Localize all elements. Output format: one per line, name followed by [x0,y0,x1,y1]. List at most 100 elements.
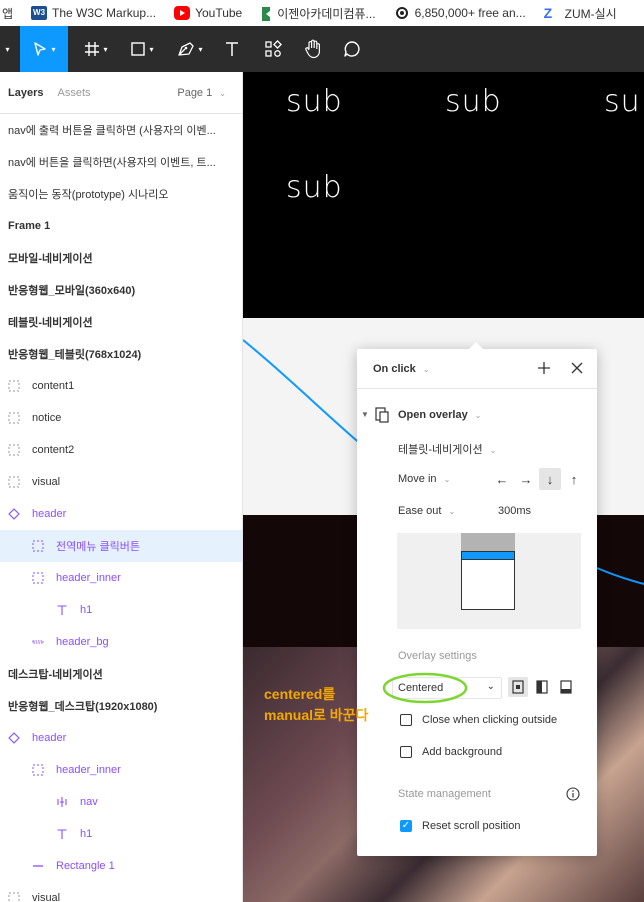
layer-row[interactable]: visual [0,882,242,902]
page-selector-label: Page 1 [177,86,213,99]
layer-row[interactable]: header [0,498,242,530]
bookmark-w3c-label: The W3C Markup... [52,6,157,20]
direction-up-button[interactable]: ↑ [563,468,585,490]
sub-menu-frame[interactable]: sub sub su sub [243,72,644,318]
layers-panel: Layers Assets Page 1 ⌄ nav에 출력 버튼을 클릭하면 … [0,72,243,902]
layer-label: header_inner [56,572,121,584]
easing-dropdown[interactable]: Ease out ⌄ [398,505,455,517]
youtube-icon [174,6,191,20]
move-tool-button[interactable]: ▾ [20,26,68,72]
layer-row[interactable]: nav에 버튼을 클릭하면(사용자의 이벤트, 트... [0,146,242,178]
action-label: Open overlay [398,409,468,421]
bookmarks-bar: 앱 W3 The W3C Markup... YouTube 이젠아카데미컴퓨.… [0,0,644,26]
layer-row[interactable]: 전역메뉴 클릭버튼 [0,530,242,562]
auto-layout-icon [56,796,72,808]
layer-row[interactable]: 모바일-네비게이션 [0,242,242,274]
pen-tool-button[interactable]: ▾ [170,26,210,72]
frame-tool-button[interactable]: ▾ [78,26,114,72]
state-management-title: State management [398,788,491,800]
close-icon [571,362,583,374]
shape-tool-icon [131,42,146,56]
layer-row[interactable]: header_bg [0,626,242,658]
action-dropdown[interactable]: Open overlay ⌄ [398,409,481,421]
destination-dropdown[interactable]: 테블릿-네비게이션 ⌄ [398,441,496,457]
interaction-details-popover: On click ⌄ ▼ Open overlay ⌄ 테블릿-네비게이션 ⌄ … [357,342,597,856]
position-bottom-button[interactable] [556,677,576,697]
direction-down-button[interactable]: ↓ [539,468,561,490]
layer-label: 전역메뉴 클릭버튼 [56,541,141,553]
reset-scroll-checkbox[interactable]: ✓ [400,820,412,832]
bookmark-apps[interactable]: 앱 [2,5,13,22]
preview-device [461,551,515,610]
layer-row[interactable]: 움직이는 동작(prototype) 시나리오 [0,178,242,210]
bookmark-w3c[interactable]: W3 The W3C Markup... [31,6,156,20]
w3c-icon: W3 [31,6,48,20]
figma-toolbar: ▾ ▾ ▾ ▾ ▾ [0,26,644,72]
bookmark-youtube-label: YouTube [195,6,243,20]
direction-right-button[interactable]: → [515,468,537,490]
overlay-settings-title: Overlay settings [398,650,477,662]
chevron-down-icon: ⌄ [474,411,482,420]
layer-row[interactable]: h1 [0,594,242,626]
layer-label: header [32,732,67,744]
components-button[interactable] [258,26,288,72]
chevron-down-icon: ▾ [51,44,56,54]
position-left-button[interactable] [532,677,552,697]
layer-row[interactable]: header [0,722,242,754]
layer-label: visual [32,892,61,902]
chevron-down-icon: ⌄ [443,475,451,484]
bookmark-youtube[interactable]: YouTube [174,6,242,20]
layer-row[interactable]: 데스크탑-네비게이션 [0,658,242,690]
layer-row[interactable]: notice [0,402,242,434]
hand-tool-button[interactable] [298,26,328,72]
layer-row[interactable]: 반응형웹_모바일(360x640) [0,274,242,306]
page-selector[interactable]: Page 1 ⌄ [177,87,226,99]
layer-row[interactable]: h1 [0,818,242,850]
layer-label: nav [80,796,98,808]
layer-row[interactable]: visual [0,466,242,498]
close-outside-checkbox[interactable] [400,714,412,726]
layer-row[interactable]: header_inner [0,562,242,594]
position-left-icon [536,680,548,694]
bookmark-academy-label: 이젠아카데미컴퓨... [277,6,376,21]
bookmark-free-icons[interactable]: 6,850,000+ free an... [394,6,526,20]
layer-row[interactable]: nav에 출력 버튼을 클릭하면 (사용자의 이벤... [0,114,242,146]
layer-row[interactable]: 반응형웹_데스크탑(1920x1080) [0,690,242,722]
layer-row[interactable]: 테블릿-네비게이션 [0,306,242,338]
layer-label: header_inner [56,764,121,776]
bookmark-academy[interactable]: 이젠아카데미컴퓨... [260,5,376,22]
layer-label: 반응형웹_모바일(360x640) [8,285,136,297]
layer-row[interactable]: Rectangle 1 [0,850,242,882]
info-icon[interactable] [566,787,580,804]
comment-icon [344,41,360,57]
add-action-button[interactable] [537,361,551,378]
add-background-checkbox[interactable] [400,746,412,758]
layer-row[interactable]: content1 [0,370,242,402]
layer-row[interactable]: 반응형웹_테블릿(768x1024) [0,338,242,370]
add-background-label: Add background [422,746,503,758]
chevron-down-icon: ⌄ [219,88,226,98]
menu-caret[interactable]: ▾ [0,26,12,72]
trigger-dropdown[interactable]: On click ⌄ [373,363,430,375]
position-centered-button[interactable] [508,677,528,697]
layer-row[interactable]: header_inner [0,754,242,786]
tab-layers[interactable]: Layers [8,87,43,99]
direction-left-button[interactable]: ← [491,468,513,490]
close-button[interactable] [570,361,584,378]
frame-icon [8,444,24,456]
shape-tool-button[interactable]: ▾ [124,26,160,72]
layer-row[interactable]: nav [0,786,242,818]
annotation-note: centered를 manual로 바꾼다 [264,684,368,726]
animation-dropdown[interactable]: Move in ⌄ [398,473,450,485]
comment-tool-button[interactable] [338,26,366,72]
text-tool-button[interactable] [218,26,246,72]
bookmark-zum[interactable]: Z ZUM-실시 [544,5,617,22]
layer-row[interactable]: Frame 1 [0,210,242,242]
tab-assets[interactable]: Assets [57,87,90,99]
layer-row[interactable]: content2 [0,434,242,466]
duration-field[interactable]: 300ms [498,505,531,517]
collapse-caret-icon[interactable]: ▼ [361,410,369,419]
chevron-down-icon: ▾ [149,44,154,54]
layer-label: content1 [32,380,75,392]
easing-label: Ease out [398,505,442,517]
